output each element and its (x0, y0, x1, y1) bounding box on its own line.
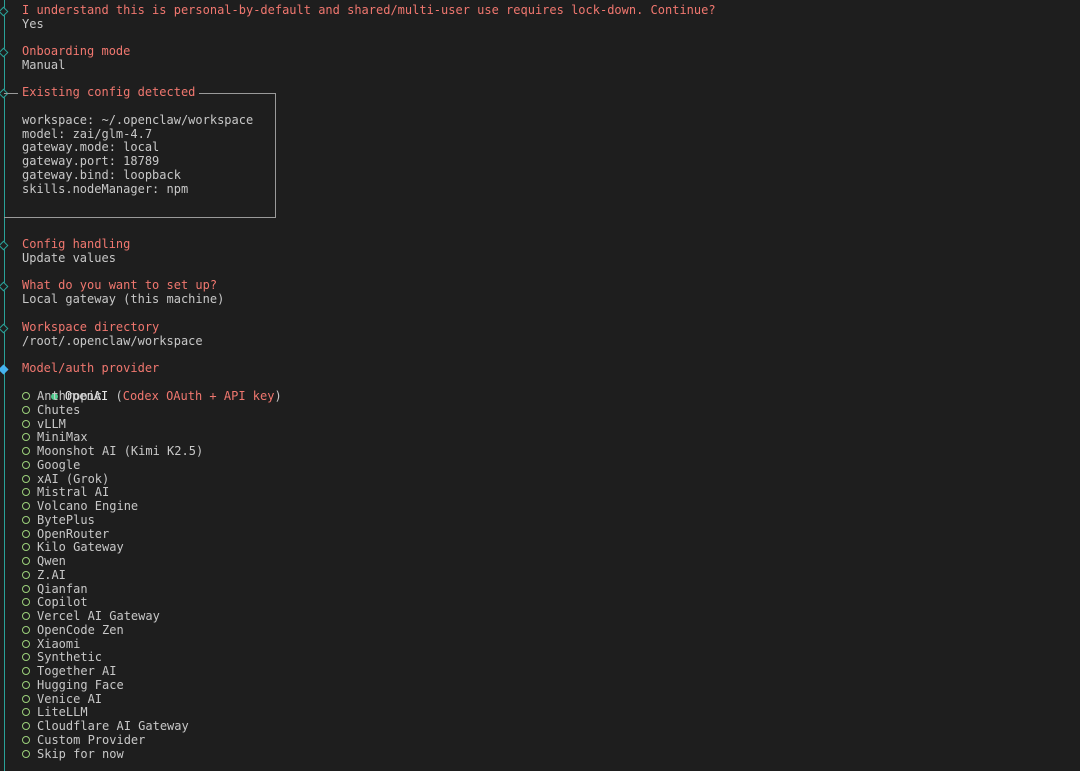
provider-option-label: Synthetic (37, 650, 103, 665)
provider-option-label: xAI (Grok) (37, 471, 110, 486)
radio-unselected-icon (22, 625, 30, 634)
radio-unselected-icon (22, 570, 30, 579)
prompt-question-setup-target: What do you want to set up? (22, 278, 218, 292)
config-line: gateway.port: 18789 (22, 154, 160, 168)
provider-option[interactable]: Skip for now (22, 746, 124, 762)
step-diamond-icon (0, 47, 9, 58)
radio-unselected-icon (22, 392, 30, 400)
radio-unselected-icon (22, 639, 30, 648)
radio-unselected-icon (22, 735, 30, 744)
provider-hint-close: ) (274, 388, 282, 403)
radio-unselected-icon (22, 529, 30, 538)
provider-option-label: Copilot (37, 595, 88, 610)
radio-unselected-icon (22, 612, 30, 620)
radio-unselected-icon (22, 433, 30, 442)
provider-option-label: Anthropic (37, 389, 103, 403)
step-diamond-icon (0, 6, 9, 17)
prompt-question-config-handling: Config handling (22, 237, 131, 251)
terminal-window: I understand this is personal-by-default… (0, 0, 1080, 771)
step-diamond-icon (0, 323, 9, 334)
config-line: workspace: ~/.openclaw/workspace (22, 113, 254, 127)
radio-unselected-icon (22, 680, 30, 689)
provider-hint-open: ( (108, 388, 123, 403)
prompt-question-onboarding-mode: Onboarding mode (22, 44, 131, 58)
step-diamond-icon (0, 281, 9, 292)
radio-unselected-icon (22, 543, 30, 552)
prompt-answer-setup-target: Local gateway (this machine) (22, 292, 225, 306)
provider-option-label: Qianfan (37, 581, 88, 596)
provider-option-label: Hugging Face (37, 677, 124, 692)
provider-hint: Codex OAuth + API key (122, 388, 275, 403)
provider-option-label: Volcano Engine (37, 499, 139, 513)
provider-option-label: BytePlus (37, 512, 95, 527)
radio-unselected-icon (22, 667, 30, 675)
radio-unselected-icon (22, 502, 30, 510)
config-line: skills.nodeManager: npm (22, 182, 189, 196)
radio-unselected-icon (22, 722, 30, 730)
config-line: gateway.bind: loopback (22, 168, 181, 182)
provider-option-label: Cloudflare AI Gateway (37, 719, 189, 733)
existing-config-title: Existing config detected (18, 85, 200, 100)
provider-option-label: Skip for now (37, 746, 124, 761)
provider-option-label: Venice AI (37, 691, 103, 706)
provider-option-label: Chutes (37, 402, 81, 417)
radio-unselected-icon (22, 460, 30, 469)
radio-unselected-icon (22, 419, 30, 428)
provider-option-label: Z.AI (37, 567, 66, 582)
prompt-question-provider: Model/auth provider (22, 361, 160, 375)
radio-unselected-icon (22, 488, 30, 497)
radio-unselected-icon (22, 584, 30, 593)
radio-unselected-icon (22, 708, 30, 717)
provider-option-label: OpenRouter (37, 526, 110, 541)
provider-option-label: Kilo Gateway (37, 540, 124, 555)
provider-option-label: vLLM (37, 416, 66, 431)
radio-unselected-icon (22, 474, 30, 483)
prompt-answer-onboarding-mode: Manual (22, 58, 66, 72)
prompt-answer-continue: Yes (22, 17, 44, 31)
provider-option-selected[interactable]: OpenAI (Codex OAuth + API key) (22, 376, 282, 403)
provider-option-label: Qwen (37, 554, 66, 568)
radio-unselected-icon (22, 447, 30, 455)
provider-option-label: MiniMax (37, 430, 88, 445)
radio-unselected-icon (22, 598, 30, 607)
radio-unselected-icon (22, 557, 30, 565)
provider-option-label: Xiaomi (37, 636, 81, 651)
provider-option-label: Google (37, 457, 81, 472)
prompt-answer-config-handling: Update values (22, 251, 116, 265)
prompt-question-workspace-directory: Workspace directory (22, 320, 160, 334)
provider-option-label: Moonshot AI (Kimi K2.5) (37, 444, 204, 458)
prompt-answer-workspace-directory: /root/.openclaw/workspace (22, 334, 203, 348)
step-diamond-icon (0, 240, 9, 251)
prompt-question-continue: I understand this is personal-by-default… (22, 3, 716, 17)
provider-option-label: LiteLLM (37, 705, 88, 720)
config-line: gateway.mode: local (22, 140, 160, 154)
radio-unselected-icon (22, 694, 30, 703)
provider-option-label: OpenCode Zen (37, 622, 124, 637)
provider-option-label: Together AI (37, 664, 117, 678)
radio-unselected-icon (22, 515, 30, 524)
radio-unselected-icon (22, 653, 30, 662)
provider-option-label: Custom Provider (37, 732, 146, 747)
radio-unselected-icon (22, 405, 30, 414)
active-step-diamond-icon (0, 364, 9, 375)
radio-unselected-icon (22, 749, 30, 758)
provider-option-label: Vercel AI Gateway (37, 609, 160, 623)
provider-option-label: Mistral AI (37, 485, 110, 500)
